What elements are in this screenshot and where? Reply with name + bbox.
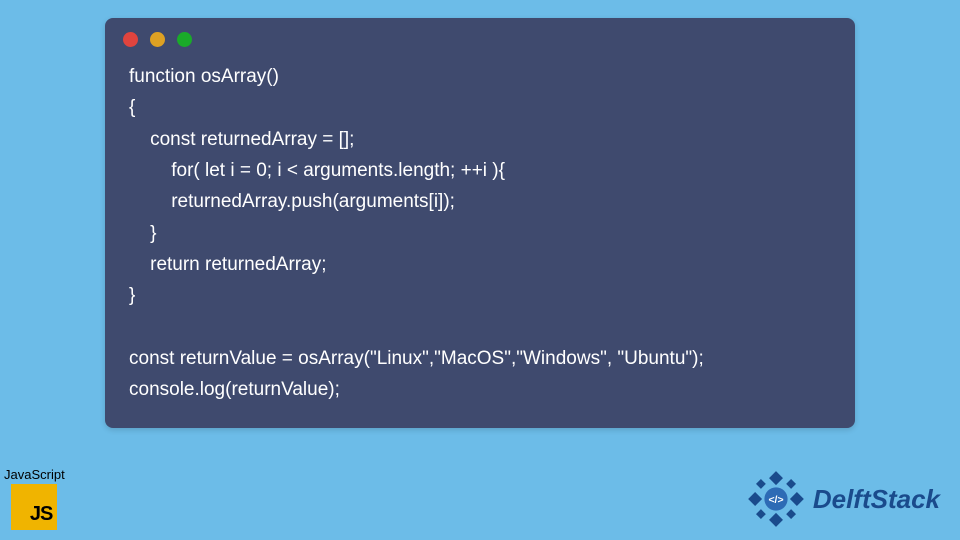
brand-footer: </> DelftStack	[747, 470, 940, 528]
delftstack-logo-icon: </>	[747, 470, 805, 528]
javascript-logo-icon: JS	[11, 484, 57, 530]
js-logo-text: JS	[30, 503, 52, 526]
window-titlebar	[105, 18, 855, 57]
brand-name: DelftStack	[813, 484, 940, 515]
close-icon	[123, 32, 138, 47]
code-block: function osArray() { const returnedArray…	[105, 57, 855, 410]
minimize-icon	[150, 32, 165, 47]
code-window: function osArray() { const returnedArray…	[105, 18, 855, 428]
language-badge: JavaScript JS	[4, 467, 65, 530]
language-label: JavaScript	[4, 467, 65, 482]
maximize-icon	[177, 32, 192, 47]
svg-text:</>: </>	[768, 495, 783, 506]
